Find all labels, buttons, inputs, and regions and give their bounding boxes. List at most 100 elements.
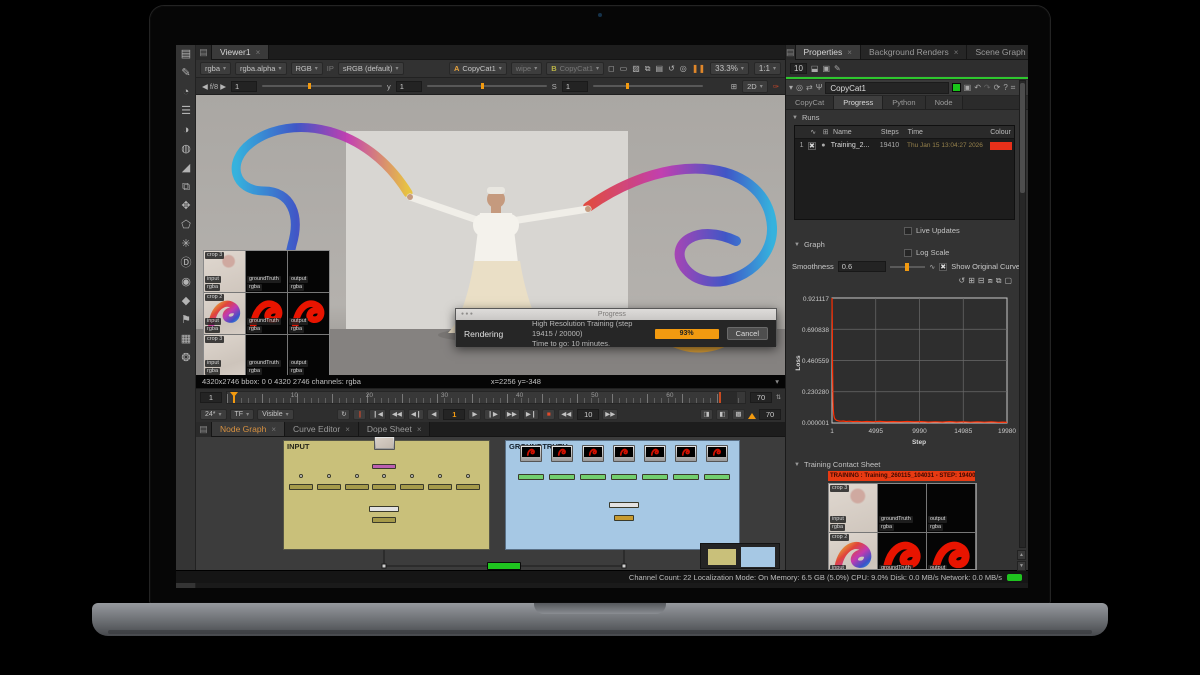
- close-icon[interactable]: ×: [417, 425, 422, 434]
- smoothness-slider[interactable]: [889, 262, 926, 271]
- time-icon[interactable]: ◔: [176, 83, 196, 102]
- last-frame-button[interactable]: ▶❙: [522, 408, 540, 420]
- pane-menu-icon[interactable]: ▤: [196, 45, 212, 60]
- scroll-down-button[interactable]: ▼: [1017, 561, 1026, 571]
- close-icon[interactable]: ×: [847, 48, 852, 57]
- brush-icon[interactable]: ✑: [773, 82, 779, 91]
- chevron-down-icon[interactable]: ▾: [775, 377, 779, 386]
- current-frame-field[interactable]: 1: [443, 408, 466, 420]
- undo-icon[interactable]: ↶: [974, 83, 981, 92]
- scroll-up-button[interactable]: ▲: [1017, 550, 1026, 560]
- dot-node[interactable]: [438, 474, 442, 478]
- gain-field[interactable]: 1: [231, 80, 258, 92]
- close-icon[interactable]: ×: [256, 48, 261, 57]
- first-frame-button[interactable]: ❙◀: [369, 408, 386, 420]
- input-b-select[interactable]: B CopyCat1 ▾: [546, 62, 605, 75]
- crop-node[interactable]: [372, 517, 396, 523]
- toolsets-icon[interactable]: ⚑: [176, 311, 196, 330]
- merge-icon[interactable]: ⧉: [176, 178, 196, 197]
- crop-node[interactable]: [400, 484, 424, 490]
- flip-range-icon[interactable]: ⇅: [776, 394, 781, 401]
- zoom-in-icon[interactable]: ⊞: [968, 276, 975, 286]
- max-panels-field[interactable]: 10: [790, 62, 807, 74]
- tab-node-graph[interactable]: Node Graph ×: [212, 422, 285, 436]
- appendclip-node[interactable]: [369, 506, 399, 512]
- crop-node-green[interactable]: [673, 474, 699, 480]
- center-icon[interactable]: ◎: [796, 83, 803, 92]
- close-icon[interactable]: ×: [345, 425, 350, 434]
- play-backward-button[interactable]: ◀: [427, 408, 441, 420]
- range-end-marker[interactable]: [718, 392, 737, 403]
- branch-icon[interactable]: Ψ: [816, 83, 823, 92]
- draw-icon[interactable]: ✎: [176, 64, 196, 83]
- pane-menu-icon[interactable]: ▤: [786, 45, 796, 60]
- tf-select[interactable]: TF ▾: [229, 408, 255, 420]
- grid-icon[interactable]: ⊞: [731, 82, 737, 91]
- contact-sheet-section-header[interactable]: ▼ Training Contact Sheet: [788, 457, 886, 470]
- sat-slider[interactable]: [592, 83, 703, 89]
- crop-node[interactable]: [345, 484, 369, 490]
- prev-frame-button[interactable]: ◀❙: [407, 408, 425, 420]
- crop-node[interactable]: [289, 484, 313, 490]
- zoom-out-icon[interactable]: ⊟: [978, 276, 985, 286]
- tab-node[interactable]: Node: [925, 96, 963, 109]
- log-scale-checkbox[interactable]: [904, 248, 912, 257]
- tab-python[interactable]: Python: [883, 96, 926, 109]
- ip-toggle[interactable]: IP: [327, 64, 334, 73]
- fit-all-icon[interactable]: ▢: [1004, 276, 1012, 286]
- backdrop-input[interactable]: INPUT: [283, 440, 490, 550]
- crop-node[interactable]: [317, 484, 341, 490]
- playhead[interactable]: [230, 392, 239, 403]
- dot-node[interactable]: [382, 474, 386, 478]
- frame-ruler[interactable]: 10 20 30 40 50 60: [226, 391, 746, 404]
- fit-horizontal-icon[interactable]: ⧈: [988, 276, 993, 286]
- frame-increment-field[interactable]: 10: [577, 408, 600, 420]
- runs-section-header[interactable]: ▼ Runs: [786, 110, 1028, 123]
- pause-icon[interactable]: ❚❚: [692, 64, 705, 73]
- dot-node[interactable]: [466, 474, 470, 478]
- next-keyframe-button[interactable]: ▶▶: [503, 408, 520, 420]
- fullsize-icon[interactable]: ◧: [716, 408, 729, 420]
- dot-node[interactable]: [410, 474, 414, 478]
- grid-column-icon[interactable]: ⊞: [820, 128, 831, 136]
- views-icon[interactable]: ◉: [176, 273, 196, 292]
- transform-icon[interactable]: ✥: [176, 197, 196, 216]
- region-icon[interactable]: ▭: [620, 64, 628, 73]
- live-updates-checkbox[interactable]: [904, 226, 912, 235]
- close-icon[interactable]: ×: [954, 48, 959, 57]
- run-row[interactable]: 1 ✖ ● Training_2... 19410 Thu Jan 15 13:…: [795, 139, 1014, 152]
- crop-node-green[interactable]: [549, 474, 575, 480]
- graph-column-icon[interactable]: ∿: [808, 128, 819, 136]
- read-node[interactable]: [675, 445, 697, 462]
- tab-viewer1[interactable]: Viewer1 ×: [212, 45, 270, 59]
- lock-icon[interactable]: ⬓: [811, 64, 819, 73]
- redo-icon[interactable]: ↷: [984, 83, 991, 92]
- overlay-icon[interactable]: ⧉: [645, 64, 651, 74]
- zoom-select[interactable]: 33.3% ▾: [710, 62, 749, 75]
- view-mode-select[interactable]: 2D ▾: [742, 79, 768, 93]
- roi-icon[interactable]: ◎: [680, 64, 687, 73]
- shuffle-node[interactable]: [372, 464, 396, 469]
- run-dot-icon[interactable]: ●: [818, 142, 829, 149]
- appendclip-node[interactable]: [609, 502, 639, 508]
- skip-back-button[interactable]: ◀◀: [558, 408, 575, 420]
- read-node[interactable]: [374, 437, 395, 450]
- wipe-select[interactable]: wipe ▾: [510, 62, 543, 75]
- gain-stops-toggle[interactable]: ◀ f/8 ▶: [202, 82, 226, 91]
- read-node[interactable]: [582, 445, 604, 462]
- next-frame-button[interactable]: ❙▶: [484, 408, 501, 420]
- cancel-button[interactable]: Cancel: [726, 327, 768, 340]
- layer-select[interactable]: rgba.alpha ▾: [235, 62, 287, 75]
- crop-node[interactable]: [372, 484, 396, 490]
- gold-node[interactable]: [614, 515, 634, 521]
- prev-keyframe-button[interactable]: ◀◀: [388, 408, 405, 420]
- node-graph-minimap[interactable]: [700, 543, 780, 569]
- other-icon[interactable]: ▦: [176, 330, 196, 349]
- node-color-swatch[interactable]: [951, 83, 961, 92]
- read-node[interactable]: [706, 445, 728, 462]
- fps-select[interactable]: 24* ▾: [200, 408, 227, 420]
- tab-copycat[interactable]: CopyCat: [786, 96, 835, 109]
- edit-icon[interactable]: ✎: [834, 64, 841, 73]
- read-node[interactable]: [613, 445, 635, 462]
- dot-node[interactable]: [355, 474, 359, 478]
